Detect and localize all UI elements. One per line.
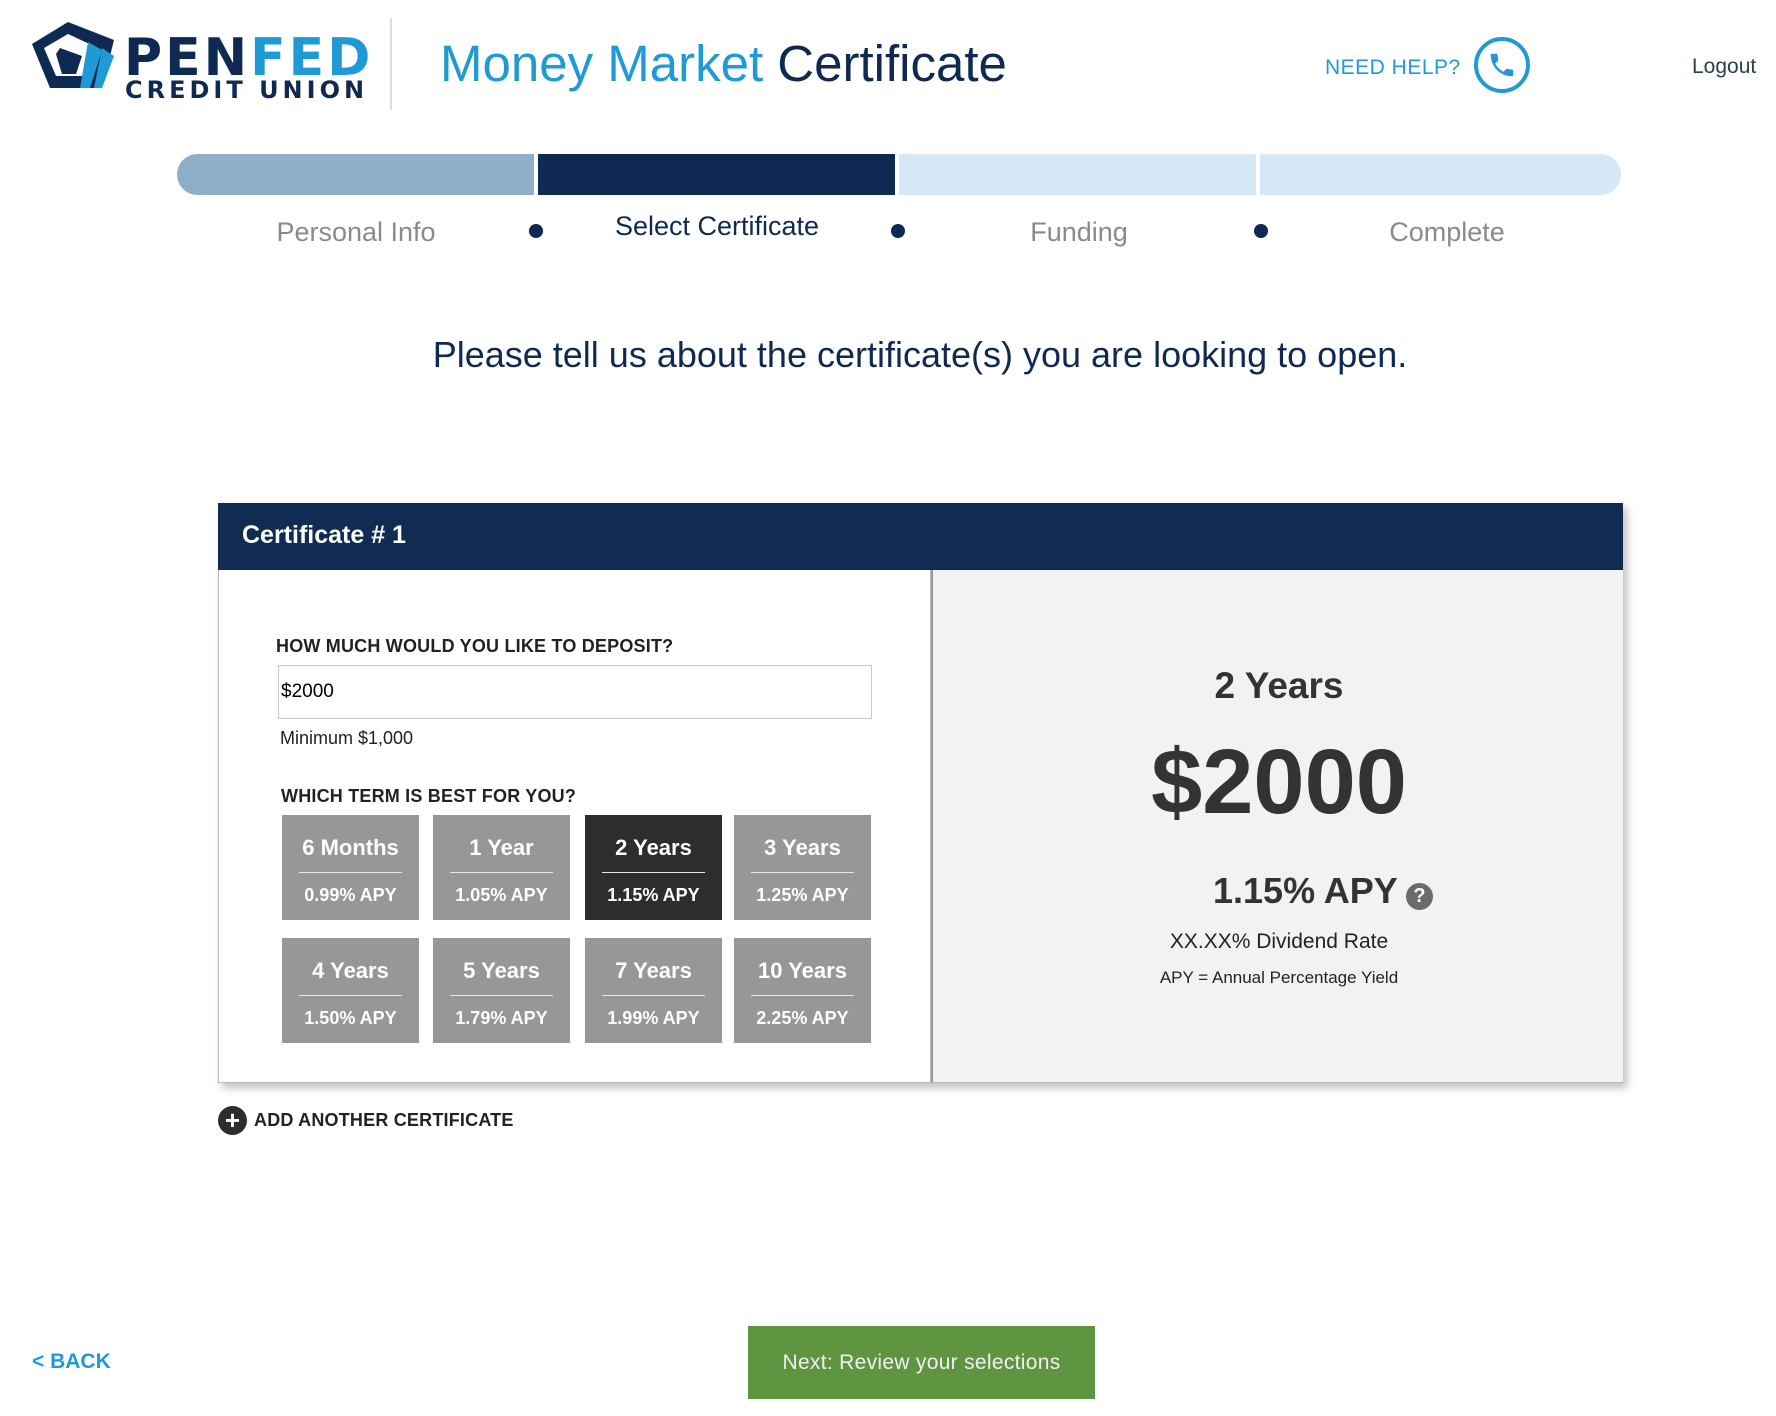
term-option-4-years[interactable]: 4 Years 1.50% APY [282,938,419,1043]
term-name: 2 Years [615,835,692,860]
logout-link[interactable]: Logout [1692,55,1756,79]
need-help-link[interactable]: NEED HELP? [1325,56,1461,80]
deposit-minimum-hint: Minimum $1,000 [280,728,414,748]
term-divider [450,995,553,996]
summary-apy-definition: APY = Annual Percentage Yield [1159,968,1399,987]
page-title-rest: Certificate [777,35,1007,92]
step-select-certificate: Select Certificate [614,211,820,241]
certificate-card-header: Certificate # 1 [218,503,1623,570]
add-another-certificate-label: ADD ANOTHER CERTIFICATE [254,1110,514,1130]
term-name: 4 Years [312,958,389,983]
term-rate: 1.25% APY [756,885,849,905]
deposit-label: HOW MUCH WOULD YOU LIKE TO DEPOSIT? [276,636,674,656]
penfed-shield-icon [32,22,114,88]
term-divider [602,872,705,873]
help-icon[interactable]: ? [1406,883,1433,910]
page-title-accent: Money Market [440,35,764,92]
progress-segment-personal-info [177,154,534,195]
certificate-form: HOW MUCH WOULD YOU LIKE TO DEPOSIT? Mini… [218,570,931,1083]
term-rate: 1.15% APY [607,885,700,905]
term-label: WHICH TERM IS BEST FOR YOU? [281,786,577,806]
back-link[interactable]: < BACK [32,1350,111,1374]
summary-dividend-rate: XX.XX% Dividend Rate [1169,930,1389,953]
term-divider [450,872,553,873]
deposit-amount-input[interactable] [278,665,872,719]
phone-icon[interactable] [1474,37,1530,93]
summary-amount: $2000 [1151,731,1407,833]
plus-circle-icon: + [218,1106,247,1135]
term-rate: 2.25% APY [756,1008,849,1028]
term-divider [751,995,854,996]
term-name: 10 Years [758,958,847,983]
next-review-button[interactable]: Next: Review your selections [748,1326,1095,1399]
progress-segment-select-certificate [538,154,895,195]
certificate-summary: 2 Years $2000 1.15% APY ? XX.XX% Dividen… [931,570,1623,1083]
step-separator-dot [891,224,905,238]
add-another-certificate-button[interactable]: + ADD ANOTHER CERTIFICATE [218,1106,514,1135]
summary-term: 2 Years [1214,665,1344,706]
term-rate: 0.99% APY [304,885,397,905]
term-divider [299,995,402,996]
step-separator-dot [529,224,543,238]
term-rate: 1.99% APY [607,1008,700,1028]
term-divider [602,995,705,996]
certificate-title: Certificate # 1 [242,521,406,549]
header-divider [390,18,392,110]
term-name: 7 Years [615,958,692,983]
phone-glyph-icon [1490,53,1514,77]
page-title: Money Market Certificate [440,34,1007,93]
term-name: 5 Years [463,958,540,983]
step-funding: Funding [1030,217,1128,247]
term-name: 1 Year [469,835,534,860]
logo-subtitle: CREDIT UNION [125,76,369,104]
term-option-1-year[interactable]: 1 Year 1.05% APY [433,815,570,920]
term-rate: 1.05% APY [455,885,548,905]
term-name: 6 Months [302,835,399,860]
certificate-card: Certificate # 1 HOW MUCH WOULD YOU LIKE … [218,503,1623,1083]
term-option-3-years[interactable]: 3 Years 1.25% APY [734,815,871,920]
step-separator-dot [1254,224,1268,238]
progress-segment-funding [899,154,1256,195]
step-complete: Complete [1389,217,1505,247]
term-option-10-years[interactable]: 10 Years 2.25% APY [734,938,871,1043]
term-option-6-months[interactable]: 6 Months 0.99% APY [282,815,419,920]
term-option-5-years[interactable]: 5 Years 1.79% APY [433,938,570,1043]
term-rate: 1.50% APY [304,1008,397,1028]
term-option-2-years[interactable]: 2 Years 1.15% APY [585,815,722,920]
summary-apy: 1.15% APY [1213,870,1398,911]
term-divider [299,872,402,873]
term-divider [751,872,854,873]
intro-heading: Please tell us about the certificate(s) … [432,334,1408,375]
term-option-7-years[interactable]: 7 Years 1.99% APY [585,938,722,1043]
step-personal-info: Personal Info [276,217,436,247]
term-name: 3 Years [764,835,841,860]
term-rate: 1.79% APY [455,1008,548,1028]
progress-segment-complete [1260,154,1621,195]
